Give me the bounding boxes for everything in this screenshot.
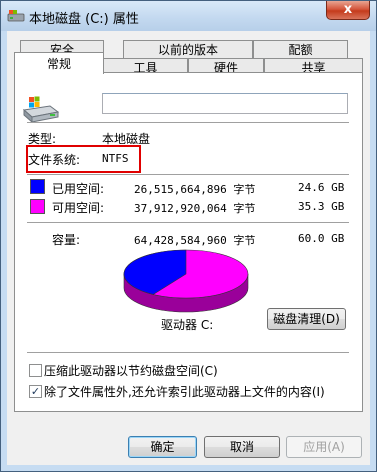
disk-usage-pie-chart (123, 249, 249, 313)
disk-cleanup-button[interactable]: 磁盘清理(D) (267, 308, 346, 330)
tab-previous-versions[interactable]: 以前的版本 (123, 40, 253, 59)
capacity-size: 60.0 GB (298, 232, 345, 245)
index-contents-label[interactable]: 除了文件属性外,还允许索引此驱动器上文件的内容(I) (44, 383, 325, 400)
window-title: 本地磁盘 (C:) 属性 (29, 12, 139, 27)
free-space-swatch (30, 199, 45, 214)
used-space-bytes: 26,515,664,896 字节 (134, 183, 256, 196)
drive-name-input[interactable] (102, 93, 348, 114)
used-space-label: 已用空间: (52, 182, 105, 196)
separator (27, 352, 349, 353)
used-space-size: 24.6 GB (298, 181, 345, 194)
free-space-bytes: 37,912,920,064 字节 (134, 202, 256, 215)
drive-icon (7, 10, 25, 22)
compress-drive-label[interactable]: 压缩此驱动器以节约磁盘空间(C) (44, 362, 218, 379)
drive-caption: 驱动器 C: (161, 318, 214, 332)
free-space-label: 可用空间: (52, 201, 105, 215)
used-space-swatch (30, 179, 45, 194)
tab-general[interactable]: 常规 (14, 52, 104, 74)
apply-button[interactable]: 应用(A) (286, 436, 362, 458)
separator (27, 122, 349, 123)
free-space-size: 35.3 GB (298, 200, 345, 213)
index-contents-checkbox[interactable]: ✓ (29, 385, 42, 398)
cancel-button[interactable]: 取消 (204, 436, 280, 458)
compress-drive-checkbox[interactable] (29, 364, 42, 377)
tab-quota[interactable]: 配额 (253, 40, 348, 59)
separator (27, 222, 349, 223)
title-bar[interactable]: 本地磁盘 (C:) 属性 x (1, 1, 376, 31)
close-button[interactable]: x (326, 1, 370, 20)
ok-button[interactable]: 确定 (128, 436, 197, 458)
annotation-highlight-box (26, 145, 141, 173)
separator (27, 174, 349, 175)
capacity-label: 容量: (52, 233, 81, 247)
capacity-bytes: 64,428,584,960 字节 (134, 234, 256, 247)
